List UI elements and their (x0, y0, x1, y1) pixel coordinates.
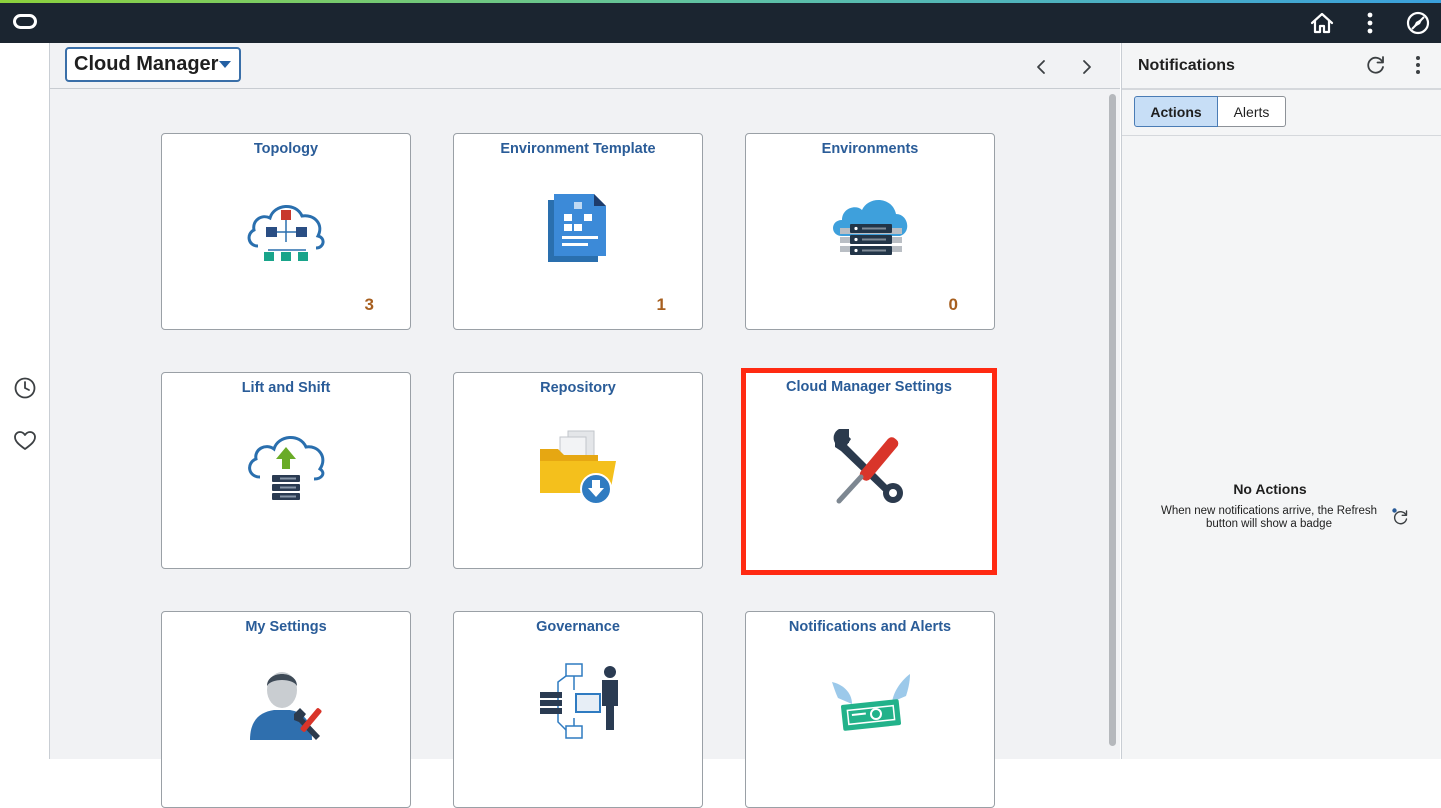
badge-refresh-icon (1392, 508, 1408, 525)
tab-actions[interactable]: Actions (1134, 96, 1218, 127)
notifications-title: Notifications (1138, 57, 1235, 74)
tile-title: Environments (821, 141, 919, 157)
homepage-selector[interactable]: Cloud Manager (65, 47, 241, 82)
more-vertical-icon[interactable] (1357, 10, 1383, 36)
empty-state-title: No Actions (1233, 481, 1307, 497)
tab-alerts[interactable]: Alerts (1218, 96, 1286, 127)
home-icon[interactable] (1309, 10, 1335, 36)
recent-clock-icon[interactable] (13, 376, 37, 400)
header-accent-strip (0, 0, 1441, 3)
oracle-logo[interactable] (13, 14, 37, 29)
tile-title: Governance (536, 619, 620, 635)
tile-title: Repository (540, 380, 616, 396)
refresh-icon[interactable] (1365, 54, 1387, 76)
folder-download-icon (540, 430, 616, 505)
document-template-icon (548, 194, 606, 262)
notifications-panel: Notifications Actions Alerts No Actions … (1121, 43, 1441, 759)
tile-count: 0 (948, 295, 958, 314)
homepage-navbar: Cloud Manager (50, 43, 1120, 89)
main-content: Cloud Manager Topology 3 Environment Tem… (50, 43, 1120, 808)
notifications-tabs: Actions Alerts (1134, 96, 1286, 127)
tile-title: Cloud Manager Settings (786, 379, 952, 395)
cloud-server-icon (833, 199, 908, 255)
tile-title: Notifications and Alerts (788, 619, 952, 635)
tile-count: 3 (364, 295, 374, 314)
winged-notification-icon (832, 674, 910, 731)
governance-icon (540, 663, 618, 739)
tile-lift-and-shift[interactable]: Lift and Shift (161, 372, 411, 569)
scrollbar-thumb[interactable] (1109, 94, 1116, 746)
compass-icon[interactable] (1405, 10, 1431, 36)
tile-topology[interactable]: Topology 3 (161, 133, 411, 330)
tabs-divider (1122, 135, 1441, 136)
tile-count: 1 (656, 295, 666, 314)
tile-environment-template[interactable]: Environment Template 1 (453, 133, 703, 330)
tile-title: Environment Template (500, 141, 656, 157)
chevron-left-icon[interactable] (1032, 57, 1050, 77)
tile-title: Lift and Shift (241, 380, 331, 396)
topology-cloud-icon (247, 205, 325, 261)
tile-my-settings[interactable]: My Settings (161, 611, 411, 808)
left-rail (0, 43, 50, 759)
tile-title: My Settings (245, 619, 327, 635)
homepage-selector-label: Cloud Manager (74, 53, 219, 75)
top-header (0, 0, 1441, 43)
tile-governance[interactable]: Governance (453, 611, 703, 808)
notifications-more-icon[interactable] (1407, 54, 1429, 76)
tile-environments[interactable]: Environments 0 (745, 133, 995, 330)
empty-state-message: When new notifications arrive, the Refre… (1160, 505, 1378, 530)
chevron-right-icon[interactable] (1078, 57, 1096, 77)
tile-title: Topology (253, 141, 319, 157)
dropdown-caret-icon (219, 61, 231, 68)
tile-repository[interactable]: Repository (453, 372, 703, 569)
tools-icon (833, 429, 903, 504)
tile-cloud-manager-settings[interactable]: Cloud Manager Settings (741, 368, 997, 575)
user-settings-icon (250, 672, 322, 740)
notifications-header: Notifications (1122, 43, 1441, 90)
cloud-upload-icon (248, 436, 325, 500)
favorites-heart-icon[interactable] (13, 429, 37, 453)
main-scrollbar[interactable] (1108, 90, 1118, 759)
tile-notifications-and-alerts[interactable]: Notifications and Alerts (745, 611, 995, 808)
